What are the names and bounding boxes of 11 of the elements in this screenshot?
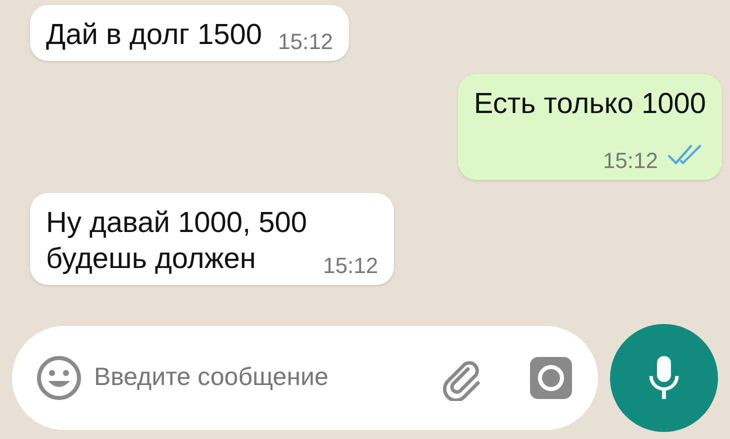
- message-input[interactable]: Введите сообщение: [94, 359, 426, 397]
- message-text: Есть только 1000: [474, 87, 706, 122]
- microphone-icon: [648, 354, 680, 402]
- message-time: 15:12: [278, 31, 334, 53]
- message-text: Ну давай 1000, 500 будешь должен: [46, 206, 308, 277]
- message-input-field[interactable]: Введите сообщение: [12, 326, 598, 430]
- message-time: 15:12: [602, 150, 658, 172]
- emoji-icon[interactable]: [36, 355, 82, 401]
- message-time: 15:12: [323, 255, 378, 277]
- message-text: Дай в долг 1500: [46, 18, 262, 53]
- camera-icon[interactable]: [528, 355, 574, 401]
